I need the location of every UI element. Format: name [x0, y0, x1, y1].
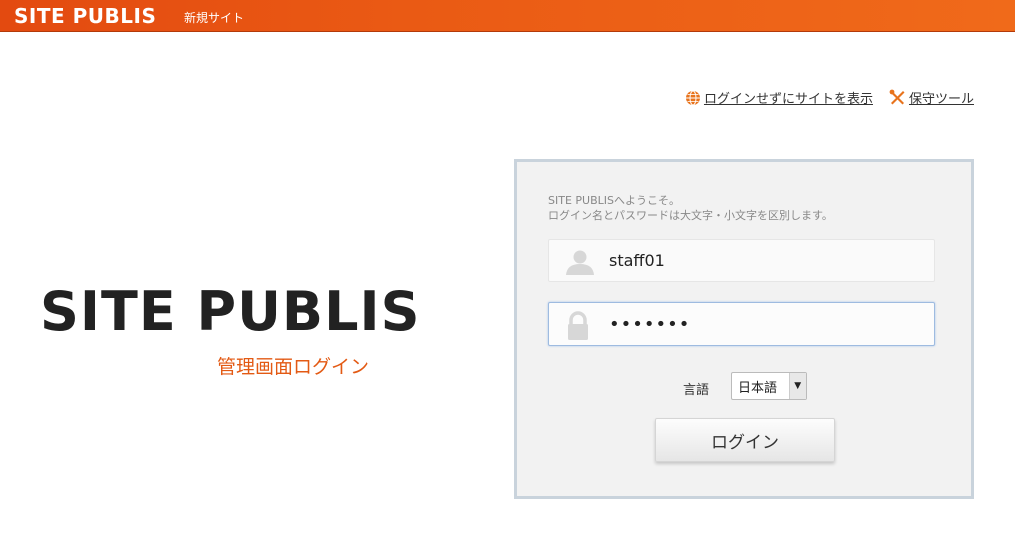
lock-icon	[568, 311, 588, 340]
hero-subtitle: 管理画面ログイン	[217, 356, 370, 378]
password-input[interactable]	[609, 303, 919, 345]
hero-title: SITE PUBLIS	[40, 280, 421, 343]
welcome-line-1: SITE PUBLISへようこそ。	[548, 194, 680, 207]
brand-logo[interactable]: SITE PUBLIS	[14, 4, 156, 28]
username-field[interactable]	[548, 239, 935, 282]
welcome-line-2: ログイン名とパスワードは大文字・小文字を区別します。	[548, 209, 833, 222]
chevron-down-icon: ▼	[788, 373, 806, 399]
top-bar: SITE PUBLIS 新規サイト	[0, 0, 1015, 32]
language-row: 言語 日本語 ▼	[517, 372, 971, 402]
language-selected-value: 日本語	[738, 380, 778, 396]
maintenance-tool-link[interactable]: 保守ツール	[889, 88, 974, 107]
maintenance-tool-label: 保守ツール	[908, 92, 974, 107]
globe-icon	[685, 90, 700, 105]
top-links: ログインせずにサイトを表示 保守ツール	[685, 88, 974, 107]
language-select[interactable]: 日本語 ▼	[731, 372, 807, 400]
login-panel: SITE PUBLISへようこそ。 ログイン名とパスワードは大文字・小文字を区別…	[514, 159, 974, 499]
user-icon	[566, 250, 594, 275]
view-site-label: ログインせずにサイトを表示	[703, 92, 873, 107]
tools-icon	[889, 89, 905, 105]
login-button[interactable]: ログイン	[655, 418, 835, 462]
username-input[interactable]	[609, 240, 919, 281]
site-name: 新規サイト	[184, 11, 245, 25]
view-site-link[interactable]: ログインせずにサイトを表示	[685, 88, 873, 107]
language-label: 言語	[683, 383, 710, 398]
welcome-message: SITE PUBLISへようこそ。 ログイン名とパスワードは大文字・小文字を区別…	[548, 193, 833, 223]
password-field[interactable]	[548, 302, 935, 346]
